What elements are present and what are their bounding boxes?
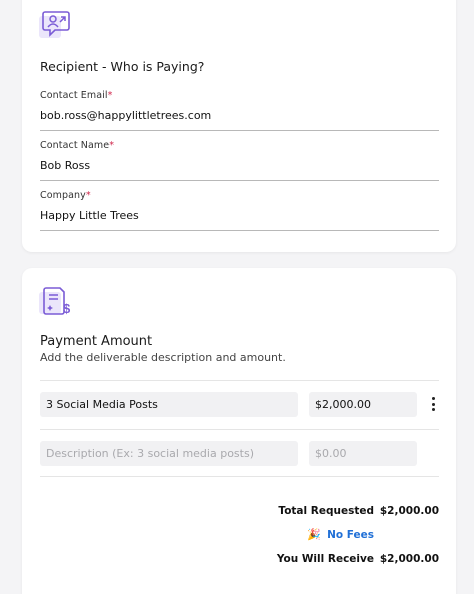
you-will-receive-label: You Will Receive	[276, 553, 374, 565]
company-input[interactable]: Happy Little Trees	[40, 209, 439, 231]
party-popper-icon: 🎉	[307, 528, 322, 541]
contact-name-input[interactable]: Bob Ross	[40, 159, 439, 181]
no-fees-row: 🎉 No Fees	[307, 528, 374, 541]
user-message-icon	[39, 11, 70, 38]
total-requested-label: Total Requested	[278, 505, 374, 517]
contact-name-field[interactable]: Contact Name* Bob Ross	[40, 140, 439, 181]
company-label: Company*	[40, 190, 91, 201]
divider	[40, 380, 439, 381]
contact-email-input[interactable]: bob.ross@happylittletrees.com	[40, 109, 439, 131]
svg-text:$: $	[63, 301, 71, 316]
company-field[interactable]: Company* Happy Little Trees	[40, 190, 439, 231]
contact-email-label: Contact Email*	[40, 90, 113, 101]
payment-section-subtitle: Add the deliverable description and amou…	[40, 351, 286, 364]
deliverable-amount-input[interactable]: $2,000.00	[309, 392, 417, 417]
deliverable-description-input[interactable]: 3 Social Media Posts	[40, 392, 298, 417]
payment-card: $ Payment Amount Add the deliverable des…	[22, 268, 456, 594]
total-requested-value: $2,000.00	[379, 505, 439, 517]
new-description-input[interactable]: Description (Ex: 3 social media posts)	[40, 441, 298, 466]
divider	[40, 429, 439, 430]
divider	[40, 476, 439, 477]
row-options-icon[interactable]	[426, 396, 440, 412]
payment-section-title: Payment Amount	[40, 334, 153, 349]
contact-email-field[interactable]: Contact Email* bob.ross@happylittletrees…	[40, 90, 439, 131]
recipient-section-title: Recipient - Who is Paying?	[40, 59, 205, 74]
you-will-receive-value: $2,000.00	[379, 553, 439, 565]
new-amount-input[interactable]: $0.00	[309, 441, 417, 466]
no-fees-label: No Fees	[327, 528, 374, 541]
recipient-card: Recipient - Who is Paying? Contact Email…	[22, 0, 456, 252]
invoice-dollar-icon: $	[39, 287, 71, 316]
contact-name-label: Contact Name*	[40, 140, 115, 151]
